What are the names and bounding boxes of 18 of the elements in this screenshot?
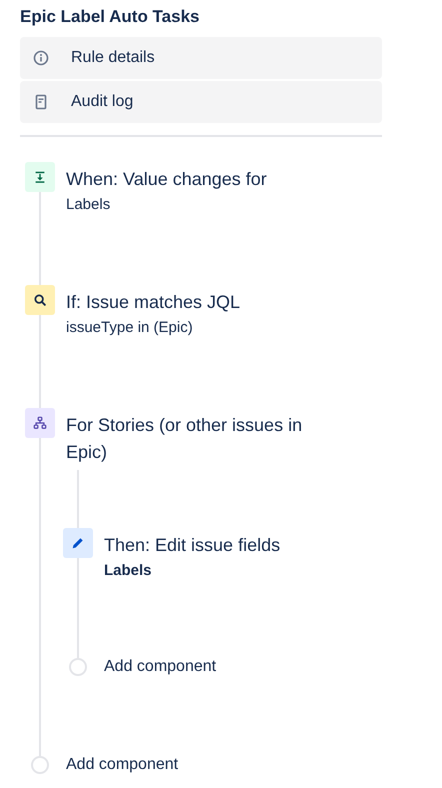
- search-icon: [25, 285, 55, 315]
- step-title[interactable]: Then: Edit issue fields: [104, 532, 280, 559]
- step-detail: Labels: [66, 195, 112, 215]
- hierarchy-icon: [25, 408, 55, 438]
- pencil-icon: [63, 528, 93, 558]
- rule-title: Epic Label Auto Tasks: [20, 6, 200, 28]
- document-icon: [33, 94, 49, 110]
- step-title[interactable]: When: Value changes for: [66, 166, 267, 193]
- menu-item[interactable]: Audit log: [20, 81, 382, 123]
- step-title[interactable]: For Stories (or other issues in Epic): [66, 412, 341, 466]
- download-icon: [25, 162, 55, 192]
- add-component-link[interactable]: Add component: [104, 657, 216, 677]
- step-detail: issueType in (Epic): [66, 318, 194, 338]
- add-component-link[interactable]: Add component: [66, 755, 178, 775]
- menu-item[interactable]: Rule details: [20, 37, 382, 79]
- step-detail: Labels: [104, 561, 153, 581]
- info-icon: [33, 50, 49, 66]
- step-title[interactable]: If: Issue matches JQL: [66, 289, 240, 316]
